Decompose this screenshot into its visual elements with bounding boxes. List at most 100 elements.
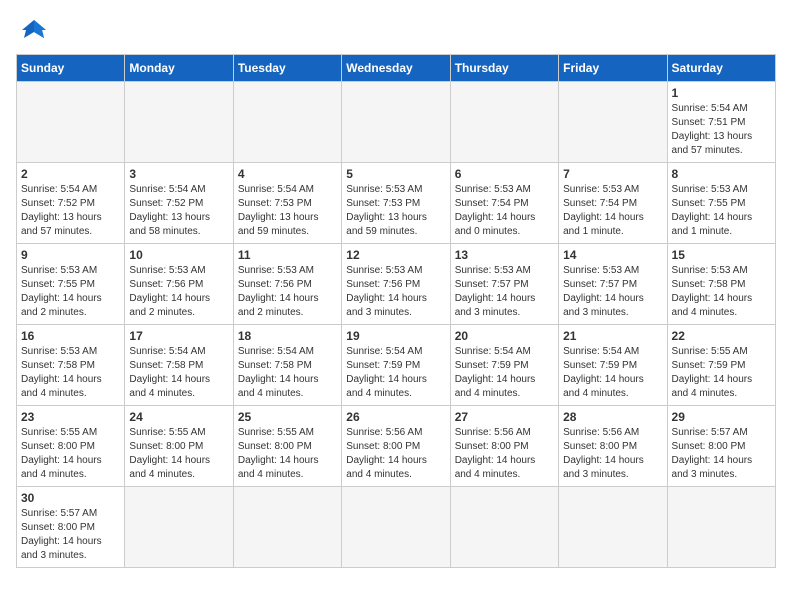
sunrise-text: Sunrise: 5:53 AM (238, 265, 314, 276)
calendar-cell: 29Sunrise: 5:57 AMSunset: 8:00 PMDayligh… (667, 406, 775, 487)
cell-sun-info: Sunrise: 5:53 AMSunset: 7:56 PMDaylight:… (346, 264, 445, 320)
col-header-wednesday: Wednesday (342, 55, 450, 82)
sunrise-text: Sunrise: 5:53 AM (21, 346, 97, 357)
cell-sun-info: Sunrise: 5:54 AMSunset: 7:51 PMDaylight:… (672, 102, 771, 158)
daylight-text: Daylight: 14 hours and 2 minutes. (21, 293, 102, 318)
calendar-cell (342, 82, 450, 163)
date-number: 26 (346, 410, 445, 424)
cell-sun-info: Sunrise: 5:54 AMSunset: 7:52 PMDaylight:… (21, 183, 120, 239)
sunrise-text: Sunrise: 5:55 AM (238, 427, 314, 438)
daylight-text: Daylight: 13 hours and 58 minutes. (129, 212, 210, 237)
sunrise-text: Sunrise: 5:53 AM (563, 265, 639, 276)
week-row-2: 2 Sunrise: 5:54 AMSunset: 7:52 PMDaylight… (17, 163, 776, 244)
daylight-text: Daylight: 14 hours and 2 minutes. (129, 293, 210, 318)
calendar-cell: 16Sunrise: 5:53 AMSunset: 7:58 PMDayligh… (17, 325, 125, 406)
sunset-text: Sunset: 8:00 PM (21, 441, 95, 452)
calendar-cell: 12 Sunrise: 5:53 AMSunset: 7:56 PMDayligh… (342, 244, 450, 325)
calendar-cell: 6Sunrise: 5:53 AMSunset: 7:54 PMDaylight… (450, 163, 558, 244)
daylight-text: Daylight: 14 hours and 4 minutes. (346, 374, 427, 399)
sunset-text: Sunset: 7:55 PM (21, 279, 95, 290)
date-number: 12 (346, 248, 445, 262)
cell-sun-info: Sunrise: 5:55 AMSunset: 8:00 PMDaylight:… (129, 426, 228, 482)
cell-sun-info: Sunrise: 5:55 AMSunset: 8:00 PMDaylight:… (21, 426, 120, 482)
calendar-cell (233, 82, 341, 163)
sunset-text: Sunset: 8:00 PM (21, 522, 95, 533)
daylight-text: Daylight: 13 hours and 59 minutes. (346, 212, 427, 237)
page-header (16, 16, 776, 44)
daylight-text: Daylight: 14 hours and 3 minutes. (563, 455, 644, 480)
cell-sun-info: Sunrise: 5:54 AMSunset: 7:59 PMDaylight:… (563, 345, 662, 401)
sunrise-text: Sunrise: 5:54 AM (346, 346, 422, 357)
sunrise-text: Sunrise: 5:54 AM (129, 346, 205, 357)
calendar-cell (17, 82, 125, 163)
col-header-tuesday: Tuesday (233, 55, 341, 82)
sunrise-text: Sunrise: 5:54 AM (563, 346, 639, 357)
sunrise-text: Sunrise: 5:53 AM (346, 184, 422, 195)
date-number: 2 (21, 167, 120, 181)
daylight-text: Daylight: 14 hours and 3 minutes. (672, 455, 753, 480)
calendar-cell (233, 487, 341, 568)
date-number: 25 (238, 410, 337, 424)
calendar-cell: 20Sunrise: 5:54 AMSunset: 7:59 PMDayligh… (450, 325, 558, 406)
sunrise-text: Sunrise: 5:57 AM (672, 427, 748, 438)
daylight-text: Daylight: 14 hours and 2 minutes. (238, 293, 319, 318)
sunrise-text: Sunrise: 5:55 AM (129, 427, 205, 438)
date-number: 3 (129, 167, 228, 181)
daylight-text: Daylight: 13 hours and 57 minutes. (21, 212, 102, 237)
sunrise-text: Sunrise: 5:55 AM (672, 346, 748, 357)
sunrise-text: Sunrise: 5:53 AM (672, 265, 748, 276)
calendar-cell: 23Sunrise: 5:55 AMSunset: 8:00 PMDayligh… (17, 406, 125, 487)
daylight-text: Daylight: 14 hours and 3 minutes. (563, 293, 644, 318)
cell-sun-info: Sunrise: 5:56 AM Sunset: 8:00 PM Daylight:… (455, 426, 554, 482)
cell-sun-info: Sunrise: 5:54 AMSunset: 7:53 PMDaylight:… (238, 183, 337, 239)
sunrise-text: Sunrise: 5:56 AM (455, 427, 531, 438)
daylight-text: Daylight: 13 hours and 57 minutes. (672, 131, 753, 156)
date-number: 21 (563, 329, 662, 343)
daylight-text: Daylight: 14 hours and 4 minutes. (129, 455, 210, 480)
logo-icon (16, 16, 52, 44)
calendar-cell (450, 487, 558, 568)
date-number: 13 (455, 248, 554, 262)
cell-sun-info: Sunrise: 5:53 AMSunset: 7:58 PMDaylight:… (21, 345, 120, 401)
calendar-table: SundayMondayTuesdayWednesdayThursdayFrid… (16, 54, 776, 568)
cell-sun-info: Sunrise: 5:56 AMSunset: 8:00 PMDaylight:… (346, 426, 445, 482)
calendar-cell: 1Sunrise: 5:54 AMSunset: 7:51 PMDaylight… (667, 82, 775, 163)
calendar-cell: 4Sunrise: 5:54 AMSunset: 7:53 PMDaylight… (233, 163, 341, 244)
date-number: 16 (21, 329, 120, 343)
sunset-text: Sunset: 7:58 PM (129, 360, 203, 371)
sunset-text: Sunset: 7:57 PM (455, 279, 529, 290)
calendar-cell: 27Sunrise: 5:56 AMSunset: 8:00 PMDayligh… (450, 406, 558, 487)
sunset-text: Sunset: 7:55 PM (672, 198, 746, 209)
cell-sun-info: Sunrise: 5:57 AMSunset: 8:00 PMDaylight:… (21, 507, 120, 563)
daylight-text: Daylight: 14 hours and 1 minute. (672, 212, 753, 237)
sunset-text: Sunset: 8:00 PM (455, 441, 529, 452)
calendar-cell: 15Sunrise: 5:53 AMSunset: 7:58 PMDayligh… (667, 244, 775, 325)
sunset-text: Sunset: 8:00 PM (563, 441, 637, 452)
sunset-text: Sunset: 7:59 PM (563, 360, 637, 371)
sunrise-text: Sunrise: 5:56 AM (346, 427, 422, 438)
calendar-cell: 21Sunrise: 5:54 AMSunset: 7:59 PMDayligh… (559, 325, 667, 406)
calendar-cell: 25Sunrise: 5:55 AMSunset: 8:00 PMDayligh… (233, 406, 341, 487)
daylight-text: Daylight: 14 hours and 1 minute. (563, 212, 644, 237)
week-row-3: 9Sunrise: 5:53 AMSunset: 7:55 PMDaylight… (17, 244, 776, 325)
calendar-cell (125, 82, 233, 163)
cell-sun-info: Sunrise: 5:53 AMSunset: 7:57 PMDaylight:… (563, 264, 662, 320)
daylight-text: Daylight: 14 hours and 3 minutes. (21, 536, 102, 561)
calendar-cell: 24Sunrise: 5:55 AMSunset: 8:00 PMDayligh… (125, 406, 233, 487)
date-number: 22 (672, 329, 771, 343)
sunrise-text: Sunrise: 5:53 AM (455, 265, 531, 276)
sunrise-text: Sunrise: 5:54 AM (238, 346, 314, 357)
daylight-text: Daylight: 14 hours and 4 minutes. (455, 455, 536, 480)
cell-sun-info: Sunrise: 5:54 AMSunset: 7:52 PMDaylight:… (129, 183, 228, 239)
cell-sun-info: Sunrise: 5:54 AMSunset: 7:58 PMDaylight:… (129, 345, 228, 401)
calendar-cell: 2 Sunrise: 5:54 AMSunset: 7:52 PMDaylight… (17, 163, 125, 244)
date-number: 7 (563, 167, 662, 181)
sunset-text: Sunset: 7:58 PM (21, 360, 95, 371)
sunrise-text: Sunrise: 5:53 AM (563, 184, 639, 195)
col-header-thursday: Thursday (450, 55, 558, 82)
date-number: 30 (21, 491, 120, 505)
calendar-cell: 8Sunrise: 5:53 AMSunset: 7:55 PMDaylight… (667, 163, 775, 244)
date-number: 10 (129, 248, 228, 262)
calendar-cell: 26 Sunrise: 5:56 AMSunset: 8:00 PMDayligh… (342, 406, 450, 487)
calendar-cell (559, 487, 667, 568)
